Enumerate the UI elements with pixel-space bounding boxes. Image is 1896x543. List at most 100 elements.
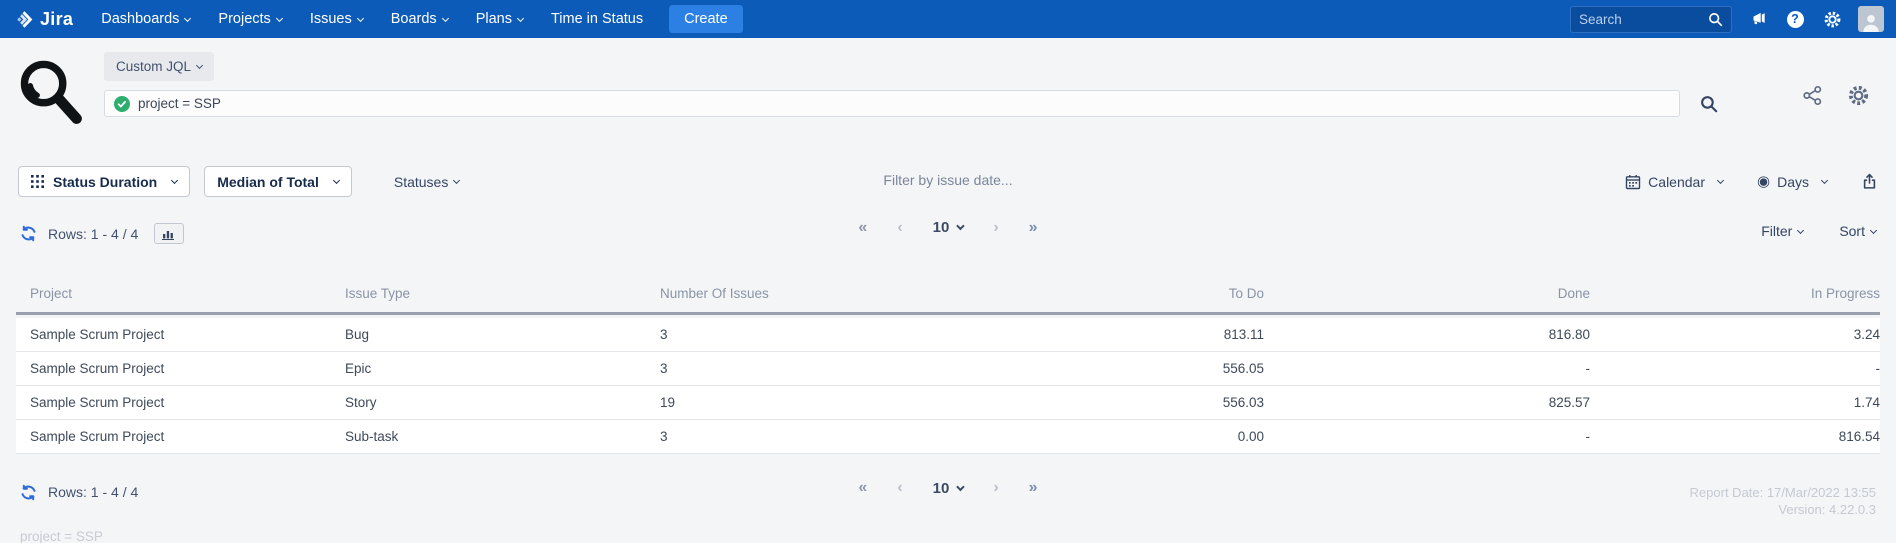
metric-label: Median of Total bbox=[217, 173, 319, 190]
table-row: Sample Scrum Project Sub-task 3 0.00-816.54 bbox=[16, 419, 1880, 454]
pagination-next-button[interactable]: › bbox=[993, 480, 998, 496]
top-navigation-bar: Jira Dashboards Projects Issues Boards Plans… bbox=[0, 0, 1896, 38]
calendar-icon bbox=[1625, 174, 1641, 189]
nav-item-label: Projects bbox=[218, 11, 271, 27]
user-avatar[interactable] bbox=[1858, 6, 1884, 32]
nav-item-projects[interactable]: Projects bbox=[204, 0, 295, 38]
cell-in-progress: - bbox=[1590, 351, 1880, 386]
search-icon bbox=[1709, 12, 1723, 26]
cell-project: Sample Scrum Project bbox=[16, 385, 345, 420]
list-controls-bottom: Rows: 1 - 4 / 4 « ‹ 10 › » Report Date: … bbox=[0, 454, 1896, 519]
share-button[interactable] bbox=[1802, 84, 1823, 107]
help-icon[interactable]: ? bbox=[1784, 8, 1806, 30]
settings-gear-icon[interactable] bbox=[1847, 84, 1870, 107]
pagination-prev-button[interactable]: ‹ bbox=[897, 219, 902, 236]
jql-text-input[interactable] bbox=[138, 96, 1670, 111]
report-toolbar: Status Duration Median of Total Statuses… bbox=[0, 136, 1896, 197]
chevron-down-icon bbox=[275, 14, 283, 22]
admin-gear-icon[interactable] bbox=[1821, 8, 1843, 30]
version-label: Version: 4.22.0.3 bbox=[1778, 502, 1876, 517]
announcements-icon[interactable] bbox=[1747, 8, 1769, 30]
report-type-label: Status Duration bbox=[53, 173, 158, 190]
time-unit-dropdown[interactable]: ◉ Days bbox=[1757, 173, 1829, 190]
table-row: Sample Scrum Project Epic 3 556.05- - bbox=[16, 351, 1880, 386]
chevron-down-icon bbox=[956, 221, 965, 231]
jira-mark-icon bbox=[17, 10, 33, 28]
create-button[interactable]: Create bbox=[669, 5, 743, 33]
cell-project: Sample Scrum Project bbox=[16, 419, 345, 454]
cell-issue-type: Story bbox=[345, 385, 660, 420]
query-echo-label: project = SSP bbox=[20, 528, 103, 543]
status-duration-table: Project Issue Type Number Of Issues To Do Do… bbox=[16, 278, 1880, 454]
cell-in-progress: 816.54 bbox=[1590, 419, 1880, 454]
jira-logo[interactable]: Jira bbox=[14, 9, 73, 30]
jql-input[interactable] bbox=[104, 90, 1680, 117]
calendar-dropdown[interactable]: Calendar bbox=[1625, 174, 1725, 190]
metric-dropdown[interactable]: Median of Total bbox=[204, 166, 352, 197]
nav-item-label: Dashboards bbox=[101, 11, 180, 27]
eye-icon: ◉ bbox=[1757, 173, 1771, 190]
page-size-dropdown[interactable]: 10 bbox=[932, 219, 965, 236]
chevron-down-icon bbox=[356, 14, 364, 22]
global-search-box[interactable] bbox=[1570, 5, 1732, 33]
bar-chart-icon bbox=[162, 231, 175, 240]
cell-done: - bbox=[1264, 419, 1590, 454]
pagination-first-button[interactable]: « bbox=[858, 219, 867, 236]
report-type-dropdown[interactable]: Status Duration bbox=[18, 166, 191, 197]
page-size-dropdown[interactable]: 10 bbox=[932, 479, 965, 497]
cell-in-progress: 1.74 bbox=[1590, 385, 1880, 420]
chevron-down-icon bbox=[1820, 176, 1829, 185]
pagination-top: « ‹ 10 › » bbox=[858, 219, 1037, 236]
nav-item-plans[interactable]: Plans bbox=[462, 0, 537, 38]
page-size-value: 10 bbox=[932, 479, 950, 497]
cell-issue-type: Sub-task bbox=[345, 419, 660, 454]
page-size-value: 10 bbox=[932, 219, 950, 236]
cell-number-of-issues: 19 bbox=[660, 385, 1005, 420]
run-query-button[interactable] bbox=[1700, 95, 1718, 113]
pagination-last-button[interactable]: » bbox=[1029, 219, 1038, 236]
nav-item-dashboards[interactable]: Dashboards bbox=[87, 0, 204, 38]
report-actions bbox=[1802, 84, 1870, 107]
cell-number-of-issues: 3 bbox=[660, 317, 1005, 352]
pagination-prev-button[interactable]: ‹ bbox=[897, 480, 902, 496]
filter-dropdown[interactable]: Filter bbox=[1761, 223, 1805, 239]
pagination-next-button[interactable]: › bbox=[993, 219, 998, 236]
chart-view-button[interactable] bbox=[154, 223, 185, 244]
refresh-button[interactable] bbox=[20, 484, 37, 501]
chevron-down-icon bbox=[332, 176, 340, 185]
query-mode-label: Custom JQL bbox=[116, 59, 192, 74]
refresh-icon bbox=[21, 484, 36, 500]
pagination-first-button[interactable]: « bbox=[858, 480, 867, 496]
cell-project: Sample Scrum Project bbox=[16, 351, 345, 386]
chevron-down-icon bbox=[441, 14, 449, 22]
sort-label: Sort bbox=[1839, 223, 1865, 239]
global-search-input[interactable] bbox=[1579, 11, 1702, 27]
column-header-done: Done bbox=[1264, 278, 1590, 315]
nav-right-cluster: ? bbox=[1570, 5, 1884, 33]
table-row: Sample Scrum Project Story 19 556.03 825.57 1… bbox=[16, 385, 1880, 420]
nav-item-boards[interactable]: Boards bbox=[377, 0, 462, 38]
query-mode-dropdown[interactable]: Custom JQL bbox=[104, 52, 215, 81]
chevron-down-icon bbox=[1797, 226, 1805, 234]
pagination-last-button[interactable]: » bbox=[1029, 480, 1038, 496]
nav-item-issues[interactable]: Issues bbox=[296, 0, 377, 38]
statuses-dropdown[interactable]: Statuses bbox=[394, 174, 461, 190]
main-menu: Dashboards Projects Issues Boards Plans Time … bbox=[87, 0, 657, 38]
column-header-number-of-issues: Number Of Issues bbox=[660, 278, 1005, 315]
report-meta: Report Date: 17/Mar/2022 13:55 Version: … bbox=[1690, 484, 1876, 519]
issue-date-filter[interactable]: Filter by issue date... bbox=[883, 172, 1012, 188]
cell-number-of-issues: 3 bbox=[660, 351, 1005, 386]
filter-label: Filter bbox=[1761, 223, 1793, 239]
cell-done: - bbox=[1264, 351, 1590, 386]
nav-item-time-in-status[interactable]: Time in Status bbox=[537, 0, 657, 38]
refresh-button[interactable] bbox=[20, 225, 37, 242]
jql-row bbox=[104, 90, 1880, 117]
chevron-down-icon bbox=[184, 14, 192, 22]
export-button[interactable] bbox=[1861, 173, 1878, 190]
cell-to-do: 0.00 bbox=[1005, 419, 1264, 454]
query-main: Custom JQL bbox=[104, 52, 1880, 126]
jql-valid-check-icon bbox=[114, 95, 130, 112]
rows-summary: Rows: 1 - 4 / 4 bbox=[20, 484, 138, 501]
sort-dropdown[interactable]: Sort bbox=[1839, 223, 1878, 239]
nav-item-label: Boards bbox=[390, 11, 437, 27]
